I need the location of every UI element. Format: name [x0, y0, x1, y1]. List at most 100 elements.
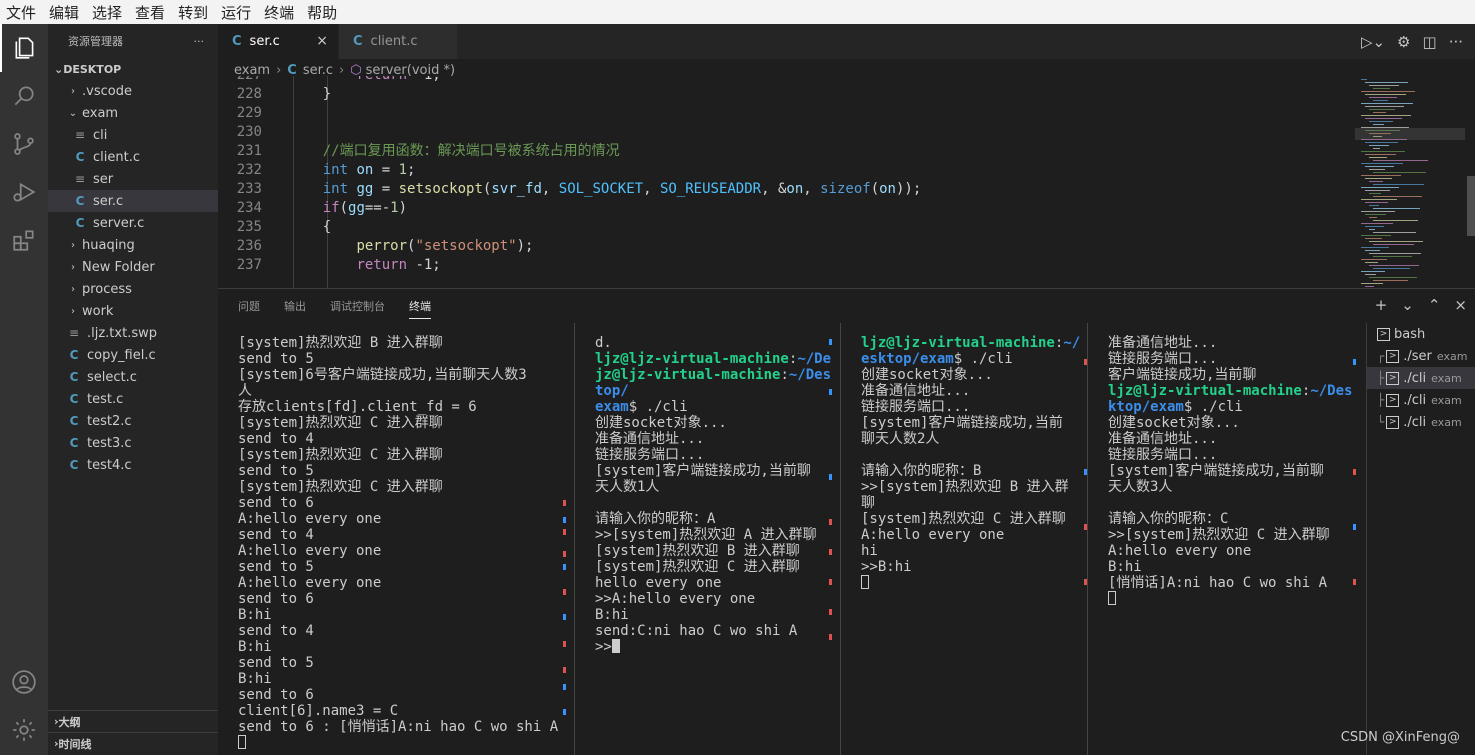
terminal-line: [system]客户端链接成功,当前聊	[595, 463, 811, 479]
bottom-panel: 问题 输出 调试控制台 终端 + ⌄ ⌃ × [system]热烈欢迎 B 进入…	[218, 288, 1475, 755]
terminal-icon: >	[1386, 349, 1400, 363]
tree-folder[interactable]: › huaqing	[48, 234, 218, 256]
minimap-viewport[interactable]	[1355, 128, 1465, 140]
minimap[interactable]	[1355, 76, 1465, 288]
menu-item[interactable]: 编辑	[49, 2, 79, 23]
close-panel-icon[interactable]: ×	[1454, 296, 1467, 314]
terminal-list-item[interactable]: ├ > ./cli exam	[1367, 367, 1475, 389]
scroll-marker	[829, 579, 832, 585]
line-number: 234	[236, 200, 262, 216]
tree-file[interactable]: Ctest4.c	[48, 454, 218, 476]
tab-debug-console[interactable]: 调试控制台	[330, 298, 385, 314]
workspace-root[interactable]: ⌄ DESKTOP	[48, 58, 218, 80]
new-terminal-icon[interactable]: +	[1375, 296, 1388, 314]
scroll-marker	[1084, 359, 1087, 365]
tree-folder[interactable]: › .vscode	[48, 80, 218, 102]
terminal-line: B:hi	[238, 607, 272, 623]
tree-folder[interactable]: › work	[48, 300, 218, 322]
code-text: perror("setsockopt");	[356, 238, 534, 254]
settings-gear-icon[interactable]	[0, 706, 48, 754]
terminal-list-item[interactable]: > bash	[1367, 323, 1475, 345]
tree-folder[interactable]: › process	[48, 278, 218, 300]
tree-folder[interactable]: › New Folder	[48, 256, 218, 278]
minimap-line	[1369, 193, 1381, 194]
tree-item-label: .vscode	[82, 83, 132, 99]
code-editor[interactable]: 227 return -1;228 }229230231 //端口复用函数：解决…	[218, 76, 1348, 288]
terminal-line: 请输入你的昵称：C	[1108, 511, 1229, 527]
tree-folder[interactable]: ⌄ exam	[48, 102, 218, 124]
menu-item[interactable]: 文件	[6, 2, 36, 23]
terminal-divider[interactable]	[574, 323, 575, 755]
terminal-list-item[interactable]: ┌ > ./ser exam	[1367, 345, 1475, 367]
tab-output[interactable]: 输出	[284, 298, 306, 314]
tree-file[interactable]: Ccopy_fiel.c	[48, 344, 218, 366]
menu-item[interactable]: 帮助	[307, 2, 337, 23]
menu-item[interactable]: 查看	[135, 2, 165, 23]
terminal-pane-client-b[interactable]: ljz@ljz-virtual-machine:~/Desktop/exam$ …	[861, 335, 1081, 755]
tree-file[interactable]: Ctest3.c	[48, 432, 218, 454]
split-editor-icon[interactable]: ◫	[1423, 33, 1437, 51]
terminal-line: send to 5	[238, 559, 314, 575]
timeline-section[interactable]: › 时间线	[48, 732, 218, 754]
tree-file[interactable]: Cselect.c	[48, 366, 218, 388]
tree-file[interactable]: Ctest2.c	[48, 410, 218, 432]
run-debug-icon[interactable]	[0, 168, 48, 216]
line-number: 233	[236, 181, 262, 197]
terminal-cwd: exam	[1436, 349, 1468, 363]
terminal-divider[interactable]	[840, 323, 841, 755]
extensions-icon[interactable]	[0, 216, 48, 264]
terminal-line: [system]热烈欢迎 C 进入群聊	[595, 559, 800, 575]
tab-ser-c[interactable]: C ser.c ×	[218, 24, 338, 59]
tree-file[interactable]: ≡ .ljz.txt.swp	[48, 322, 218, 344]
chevron-right-icon: ›	[71, 261, 75, 273]
line-number: 228	[236, 86, 262, 102]
minimap-line	[1365, 214, 1386, 215]
source-control-icon[interactable]	[0, 120, 48, 168]
terminal-line: [system]热烈欢迎 C 进入群聊	[238, 447, 443, 463]
tab-problems[interactable]: 问题	[238, 298, 260, 314]
run-debug-dropdown-icon[interactable]: ▷⌄	[1361, 33, 1385, 51]
c-file-icon: C	[69, 370, 79, 384]
terminal-dropdown-icon[interactable]: ⌄	[1401, 296, 1414, 314]
tree-file[interactable]: ≡ cli	[48, 124, 218, 146]
maximize-panel-icon[interactable]: ⌃	[1428, 296, 1441, 314]
tree-file[interactable]: ≡ ser	[48, 168, 218, 190]
editor-scrollbar[interactable]	[1467, 76, 1475, 288]
tree-file[interactable]: Cclient.c	[48, 146, 218, 168]
more-actions-icon[interactable]: ···	[1449, 33, 1463, 51]
terminal-line: [system]热烈欢迎 B 进入群聊	[238, 335, 443, 351]
account-icon[interactable]	[0, 658, 48, 706]
chevron-down-icon: ⌄	[54, 62, 64, 76]
scrollbar-thumb[interactable]	[1467, 176, 1475, 236]
terminal-list-item[interactable]: └ > ./cli exam	[1367, 411, 1475, 433]
minimap-line	[1373, 88, 1390, 89]
close-icon[interactable]: ×	[316, 33, 328, 49]
tree-file[interactable]: Cser.c	[48, 190, 218, 212]
files-icon[interactable]	[0, 24, 48, 72]
terminal-list-item[interactable]: ├ > ./cli exam	[1367, 389, 1475, 411]
menu-item[interactable]: 终端	[264, 2, 294, 23]
terminal-pane-client-a[interactable]: d.ljz@ljz-virtual-machine:~/Deljz@ljz-vi…	[595, 335, 831, 755]
more-actions-icon[interactable]: ···	[194, 35, 205, 48]
terminal-name: ./ser	[1403, 348, 1432, 364]
outline-section[interactable]: › 大纲	[48, 710, 218, 732]
terminal-icon: >	[1386, 371, 1400, 385]
code-text: return -1;	[356, 257, 441, 273]
menu-item[interactable]: 运行	[221, 2, 251, 23]
tree-item-label: ser	[93, 171, 114, 187]
tree-file[interactable]: Cserver.c	[48, 212, 218, 234]
terminal-pane-server[interactable]: [system]热烈欢迎 B 进入群聊 send to 5 [system]6号客户…	[238, 335, 570, 755]
search-icon[interactable]	[0, 72, 48, 120]
terminal-icon: >	[1386, 415, 1400, 429]
tab-terminal[interactable]: 终端	[409, 298, 431, 319]
terminal-line: ljz@ljz-virtual-machine:~/Des	[1108, 383, 1353, 399]
menu-item[interactable]: 选择	[92, 2, 122, 23]
tree-file[interactable]: Ctest.c	[48, 388, 218, 410]
terminal-line: A:hello every one	[238, 575, 382, 591]
scroll-marker	[563, 564, 566, 570]
settings-gear-icon[interactable]: ⚙	[1397, 33, 1410, 51]
menu-item[interactable]: 转到	[178, 2, 208, 23]
tab-client-c[interactable]: C client.c	[339, 24, 457, 59]
terminal-divider[interactable]	[1087, 323, 1088, 755]
terminal-pane-client-c[interactable]: 准备通信地址... 链接服务端口... 客户端链接成功,当前聊 ljz@ljz-vir…	[1108, 335, 1353, 755]
